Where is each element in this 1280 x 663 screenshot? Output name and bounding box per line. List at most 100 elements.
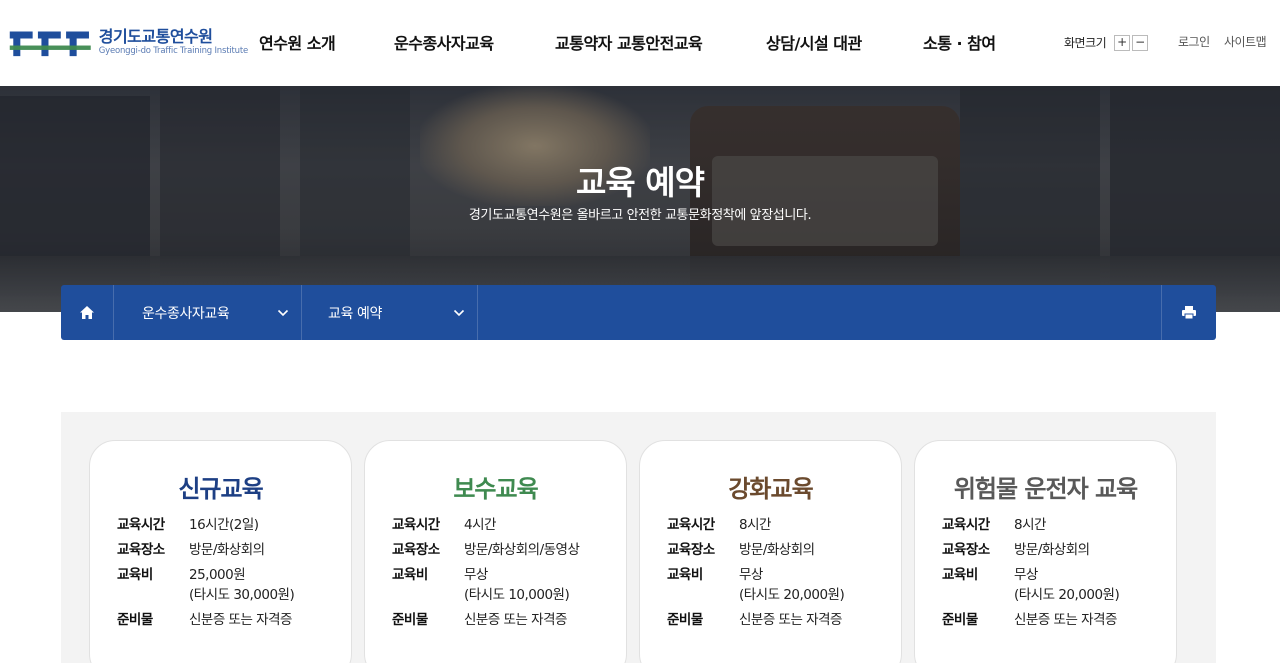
info-row: 준비물 신분증 또는 자격증 (392, 610, 617, 630)
nav-vulnerable-safety-education[interactable]: 교통약자 교통안전교육 (555, 30, 703, 54)
info-row: 교육장소 방문/화상회의 (942, 540, 1167, 560)
fee-other-province: (타시도 20,000원) (739, 587, 845, 603)
breadcrumb-depth2-select[interactable]: 교육 예약 (302, 285, 478, 340)
info-key: 교육비 (667, 567, 703, 583)
nav-driver-education[interactable]: 운수종사자교육 (394, 30, 494, 54)
info-value: 8시간 (739, 517, 771, 533)
card-title: 강화교육 (728, 475, 813, 503)
info-key: 준비물 (942, 612, 978, 628)
info-key: 교육장소 (942, 542, 990, 558)
info-key: 준비물 (667, 612, 703, 628)
fee-local: 25,000원 (189, 567, 246, 583)
nav-consult-facility[interactable]: 상담/시설 대관 (766, 30, 862, 54)
chevron-down-icon (453, 309, 465, 316)
info-row: 교육장소 방문/화상회의 (667, 540, 892, 560)
info-value: 신분증 또는 자격증 (739, 612, 842, 628)
info-value: 방문/화상회의/동영상 (464, 542, 580, 558)
card-title: 신규교육 (178, 475, 263, 503)
info-row: 교육시간 4시간 (392, 515, 617, 535)
nav-community[interactable]: 소통 · 참여 (923, 30, 996, 54)
card-info: 교육시간 8시간 교육장소 방문/화상회의 교육비 무상 (타시도 20,000원) 준… (667, 515, 892, 635)
education-card-reinforcement[interactable]: 강화교육 교육시간 8시간 교육장소 방문/화상회의 교육비 무상 (타시도 20,00… (639, 440, 902, 663)
info-key: 교육시간 (942, 517, 990, 533)
education-card-hazmat-driver[interactable]: 위험물 운전자 교육 교육시간 8시간 교육장소 방문/화상회의 교육비 무상 (타시도… (914, 440, 1177, 663)
info-row: 교육비 25,000원 (타시도 30,000원) (117, 565, 342, 605)
info-row: 교육비 무상 (타시도 10,000원) (392, 565, 617, 605)
education-cards-section: 신규교육 교육시간 16시간(2일) 교육장소 방문/화상회의 교육비 25,000원… (61, 412, 1216, 663)
fee-other-province: (타시도 20,000원) (1014, 587, 1120, 603)
info-row: 교육장소 방문/화상회의/동영상 (392, 540, 617, 560)
info-key: 준비물 (392, 612, 428, 628)
info-row: 교육비 무상 (타시도 20,000원) (667, 565, 892, 605)
font-size-increase-button[interactable]: + (1114, 34, 1131, 51)
info-key: 교육장소 (117, 542, 165, 558)
logo-name: 경기도교통연수원 (98, 26, 213, 46)
info-key: 교육장소 (667, 542, 715, 558)
info-row: 교육시간 16시간(2일) (117, 515, 342, 535)
home-icon (80, 306, 94, 319)
info-key: 교육비 (117, 567, 153, 583)
info-row: 준비물 신분증 또는 자격증 (667, 610, 892, 630)
login-link[interactable]: 로그인 (1178, 33, 1210, 50)
site-header: 경기도교통연수원 Gyeonggi-do Traffic Training In… (0, 0, 1280, 86)
info-row: 교육비 무상 (타시도 20,000원) (942, 565, 1167, 605)
breadcrumb-depth1-label: 운수종사자교육 (142, 305, 230, 322)
info-value: 무상 (타시도 20,000원) (1014, 565, 1120, 605)
info-value: 방문/화상회의 (1014, 542, 1090, 558)
card-info: 교육시간 4시간 교육장소 방문/화상회의/동영상 교육비 무상 (타시도 10,000… (392, 515, 617, 635)
logo-mark-icon (9, 31, 91, 57)
info-key: 교육비 (942, 567, 978, 583)
card-info: 교육시간 8시간 교육장소 방문/화상회의 교육비 무상 (타시도 20,000원) 준… (942, 515, 1167, 635)
info-row: 준비물 신분증 또는 자격증 (117, 610, 342, 630)
site-logo[interactable]: 경기도교통연수원 Gyeonggi-do Traffic Training In… (8, 22, 248, 62)
info-value: 방문/화상회의 (189, 542, 265, 558)
font-size-label: 화면크기 (1064, 36, 1107, 50)
breadcrumb-depth2-label: 교육 예약 (328, 305, 382, 322)
info-value: 신분증 또는 자격증 (1014, 612, 1117, 628)
print-button[interactable] (1161, 285, 1216, 340)
sitemap-link[interactable]: 사이트맵 (1224, 33, 1267, 50)
fee-local: 무상 (1014, 567, 1038, 583)
info-key: 교육시간 (117, 517, 165, 533)
info-value: 무상 (타시도 10,000원) (464, 565, 570, 605)
info-row: 교육시간 8시간 (942, 515, 1167, 535)
info-value: 신분증 또는 자격증 (464, 612, 567, 628)
info-row: 교육시간 8시간 (667, 515, 892, 535)
location-bar-spacer (478, 285, 1161, 340)
card-info: 교육시간 16시간(2일) 교육장소 방문/화상회의 교육비 25,000원 (타시도 … (117, 515, 342, 635)
nav-about[interactable]: 연수원 소개 (259, 30, 336, 54)
chevron-down-icon (277, 309, 289, 316)
info-key: 교육장소 (392, 542, 440, 558)
fee-other-province: (타시도 30,000원) (189, 587, 295, 603)
card-title: 보수교육 (453, 475, 538, 503)
fee-local: 무상 (739, 567, 763, 583)
fee-local: 무상 (464, 567, 488, 583)
location-bar: 운수종사자교육 교육 예약 (61, 285, 1216, 340)
hero-banner: 교육 예약 경기도교통연수원은 올바르고 안전한 교통문화정착에 앞장섭니다. (0, 86, 1280, 312)
info-value: 무상 (타시도 20,000원) (739, 565, 845, 605)
card-title: 위험물 운전자 교육 (953, 475, 1138, 503)
info-value: 25,000원 (타시도 30,000원) (189, 565, 295, 605)
info-value: 방문/화상회의 (739, 542, 815, 558)
info-value: 8시간 (1014, 517, 1046, 533)
info-key: 교육시간 (667, 517, 715, 533)
info-key: 교육비 (392, 567, 428, 583)
fee-other-province: (타시도 10,000원) (464, 587, 570, 603)
education-card-refresher[interactable]: 보수교육 교육시간 4시간 교육장소 방문/화상회의/동영상 교육비 무상 (타시도 1… (364, 440, 627, 663)
info-key: 준비물 (117, 612, 153, 628)
page-title: 교육 예약 (576, 163, 705, 202)
info-key: 교육시간 (392, 517, 440, 533)
education-card-new[interactable]: 신규교육 교육시간 16시간(2일) 교육장소 방문/화상회의 교육비 25,000원… (89, 440, 352, 663)
font-size-control: 화면크기 + − (1064, 34, 1150, 51)
breadcrumb-depth1-select[interactable]: 운수종사자교육 (114, 285, 302, 340)
logo-subtitle: Gyeonggi-do Traffic Training Institute (98, 45, 248, 56)
info-row: 준비물 신분증 또는 자격증 (942, 610, 1167, 630)
home-button[interactable] (61, 285, 114, 340)
page-subtitle: 경기도교통연수원은 올바르고 안전한 교통문화정착에 앞장섭니다. (468, 208, 812, 223)
info-value: 4시간 (464, 517, 496, 533)
font-size-decrease-button[interactable]: − (1132, 34, 1149, 51)
info-value: 신분증 또는 자격증 (189, 612, 292, 628)
info-value: 16시간(2일) (189, 517, 259, 533)
print-icon (1182, 306, 1196, 320)
info-row: 교육장소 방문/화상회의 (117, 540, 342, 560)
